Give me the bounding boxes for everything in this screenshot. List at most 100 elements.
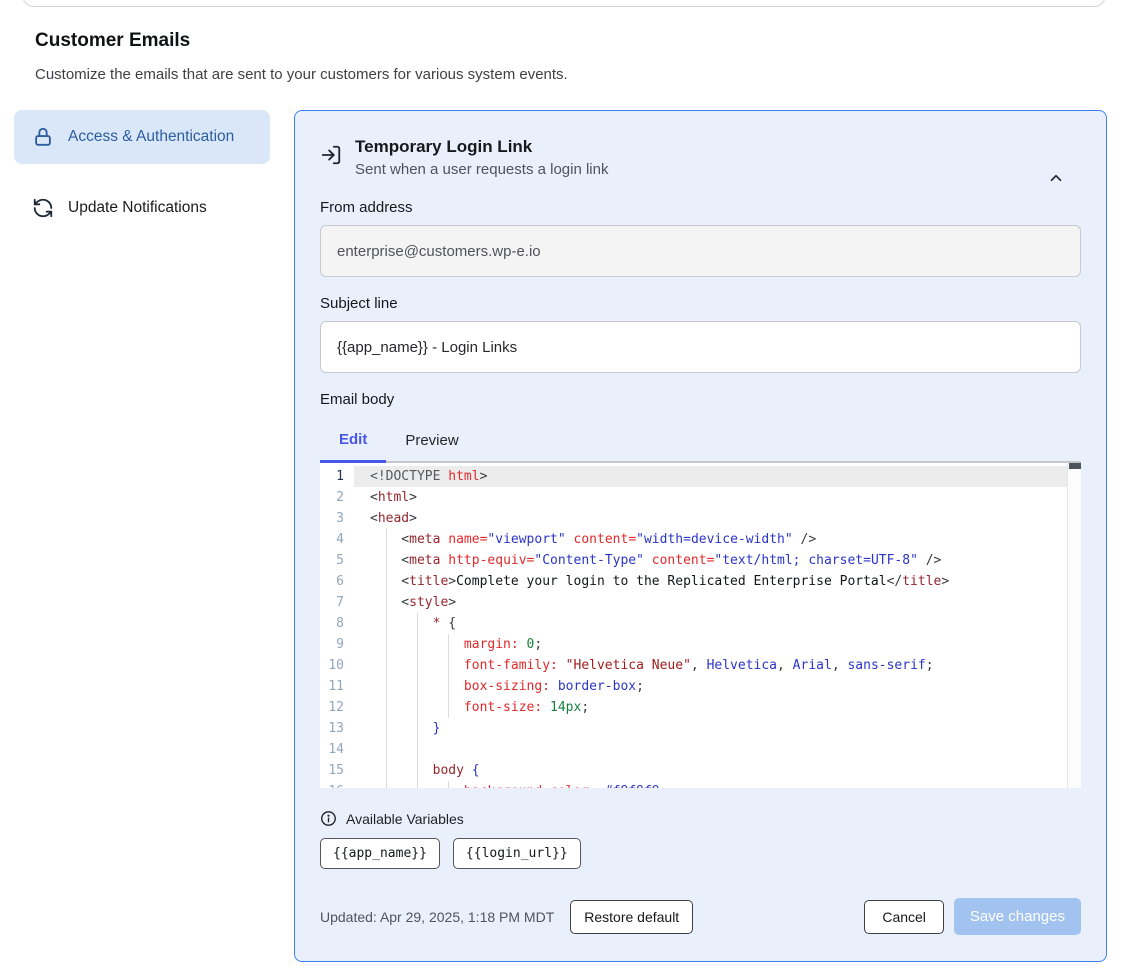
sidebar-item-label: Access & Authentication bbox=[68, 125, 234, 149]
indent-guide bbox=[386, 634, 387, 655]
indent-guide bbox=[417, 613, 418, 634]
indent-guide bbox=[448, 781, 449, 788]
line-number: 2 bbox=[320, 487, 354, 508]
line-number: 10 bbox=[320, 655, 354, 676]
code-line[interactable]: 7 <style> bbox=[320, 592, 1081, 613]
login-icon bbox=[320, 144, 342, 178]
indent-guide bbox=[448, 697, 449, 718]
indent-guide bbox=[386, 718, 387, 739]
indent-guide bbox=[386, 571, 387, 592]
code-line[interactable]: 13 } bbox=[320, 718, 1081, 739]
sidebar-item-update-notifications[interactable]: Update Notifications bbox=[14, 183, 270, 233]
panel-title: Temporary Login Link bbox=[355, 137, 608, 157]
indent-guide bbox=[448, 634, 449, 655]
code-editor[interactable]: 1<!DOCTYPE html>2<html>3<head>4 <meta na… bbox=[320, 463, 1081, 788]
temporary-login-link-panel: Temporary Login Link Sent when a user re… bbox=[294, 110, 1107, 962]
indent-guide bbox=[417, 697, 418, 718]
code-line[interactable]: 16 background-color: #f9f9f9; bbox=[320, 781, 1081, 788]
line-number: 15 bbox=[320, 760, 354, 781]
chevron-up-icon bbox=[1047, 169, 1065, 187]
variable-chip[interactable]: {{login_url}} bbox=[453, 838, 581, 869]
email-body-tabbar: Edit Preview bbox=[320, 422, 1081, 463]
code-line[interactable]: 3<head> bbox=[320, 508, 1081, 529]
refresh-icon bbox=[32, 197, 54, 219]
page-subtitle: Customize the emails that are sent to yo… bbox=[35, 66, 568, 83]
indent-guide bbox=[417, 718, 418, 739]
indent-guide bbox=[386, 613, 387, 634]
line-number: 5 bbox=[320, 550, 354, 571]
line-number: 11 bbox=[320, 676, 354, 697]
indent-guide bbox=[386, 781, 387, 788]
code-line[interactable]: 15 body { bbox=[320, 760, 1081, 781]
line-number: 8 bbox=[320, 613, 354, 634]
line-number: 6 bbox=[320, 571, 354, 592]
subject-line-label: Subject line bbox=[320, 295, 1081, 312]
editor-scrollbar[interactable] bbox=[1067, 463, 1081, 788]
previous-card-edge bbox=[22, 0, 1106, 7]
line-number: 3 bbox=[320, 508, 354, 529]
tab-edit[interactable]: Edit bbox=[320, 422, 386, 463]
panel-subtitle: Sent when a user requests a login link bbox=[355, 161, 608, 178]
email-categories-sidebar: Access & Authentication Update Notificat… bbox=[14, 110, 270, 233]
from-address-field: From address bbox=[320, 199, 1081, 277]
code-line[interactable]: 5 <meta http-equiv="Content-Type" conten… bbox=[320, 550, 1081, 571]
line-number: 7 bbox=[320, 592, 354, 613]
restore-default-button[interactable]: Restore default bbox=[570, 900, 693, 934]
code-line[interactable]: 4 <meta name="viewport" content="width=d… bbox=[320, 529, 1081, 550]
code-line[interactable]: 6 <title>Complete your login to the Repl… bbox=[320, 571, 1081, 592]
indent-guide bbox=[417, 676, 418, 697]
from-address-label: From address bbox=[320, 199, 1081, 216]
code-line[interactable]: 8 * { bbox=[320, 613, 1081, 634]
customer-emails-page: Customer Emails Customize the emails tha… bbox=[0, 0, 1128, 980]
indent-guide bbox=[386, 739, 387, 760]
indent-guide bbox=[448, 655, 449, 676]
sidebar-item-label: Update Notifications bbox=[68, 196, 207, 220]
indent-guide bbox=[386, 592, 387, 613]
code-line[interactable]: 12 font-size: 14px; bbox=[320, 697, 1081, 718]
code-lines: 1<!DOCTYPE html>2<html>3<head>4 <meta na… bbox=[320, 466, 1081, 788]
line-number: 12 bbox=[320, 697, 354, 718]
collapse-panel-button[interactable] bbox=[1047, 169, 1065, 187]
updated-timestamp: Updated: Apr 29, 2025, 1:18 PM MDT bbox=[320, 909, 554, 925]
indent-guide bbox=[417, 634, 418, 655]
panel-footer: Updated: Apr 29, 2025, 1:18 PM MDT Resto… bbox=[320, 898, 1081, 935]
indent-guide bbox=[417, 760, 418, 781]
line-number: 16 bbox=[320, 781, 354, 788]
code-line[interactable]: 10 font-family: "Helvetica Neue", Helvet… bbox=[320, 655, 1081, 676]
subject-line-input[interactable] bbox=[320, 321, 1081, 373]
tab-preview[interactable]: Preview bbox=[386, 422, 477, 461]
email-body-field: Email body Edit Preview 1<!DOCTYPE html>… bbox=[320, 391, 1081, 788]
indent-guide bbox=[386, 760, 387, 781]
code-line[interactable]: 14 bbox=[320, 739, 1081, 760]
editor-scrollbar-thumb[interactable] bbox=[1069, 463, 1081, 469]
line-number: 9 bbox=[320, 634, 354, 655]
lock-icon bbox=[32, 126, 54, 148]
indent-guide bbox=[448, 676, 449, 697]
page-title: Customer Emails bbox=[35, 30, 190, 52]
cancel-button[interactable]: Cancel bbox=[864, 900, 944, 934]
indent-guide bbox=[386, 697, 387, 718]
indent-guide bbox=[386, 676, 387, 697]
code-line[interactable]: 9 margin: 0; bbox=[320, 634, 1081, 655]
line-number: 4 bbox=[320, 529, 354, 550]
variable-chip[interactable]: {{app_name}} bbox=[320, 838, 440, 869]
available-variables-label: Available Variables bbox=[346, 811, 464, 827]
email-body-label: Email body bbox=[320, 391, 1081, 408]
indent-guide bbox=[417, 781, 418, 788]
from-address-input[interactable] bbox=[320, 225, 1081, 277]
line-number: 14 bbox=[320, 739, 354, 760]
indent-guide bbox=[386, 550, 387, 571]
indent-guide bbox=[417, 655, 418, 676]
panel-header: Temporary Login Link Sent when a user re… bbox=[320, 137, 1081, 178]
info-icon bbox=[320, 810, 337, 827]
code-line[interactable]: 1<!DOCTYPE html> bbox=[320, 466, 1081, 487]
code-line[interactable]: 11 box-sizing: border-box; bbox=[320, 676, 1081, 697]
line-number: 13 bbox=[320, 718, 354, 739]
sidebar-item-access-authentication[interactable]: Access & Authentication bbox=[14, 110, 270, 164]
code-line[interactable]: 2<html> bbox=[320, 487, 1081, 508]
available-variables-row: Available Variables bbox=[320, 810, 1081, 827]
line-number: 1 bbox=[320, 466, 354, 487]
indent-guide bbox=[417, 739, 418, 760]
indent-guide bbox=[386, 529, 387, 550]
save-changes-button[interactable]: Save changes bbox=[954, 898, 1081, 935]
